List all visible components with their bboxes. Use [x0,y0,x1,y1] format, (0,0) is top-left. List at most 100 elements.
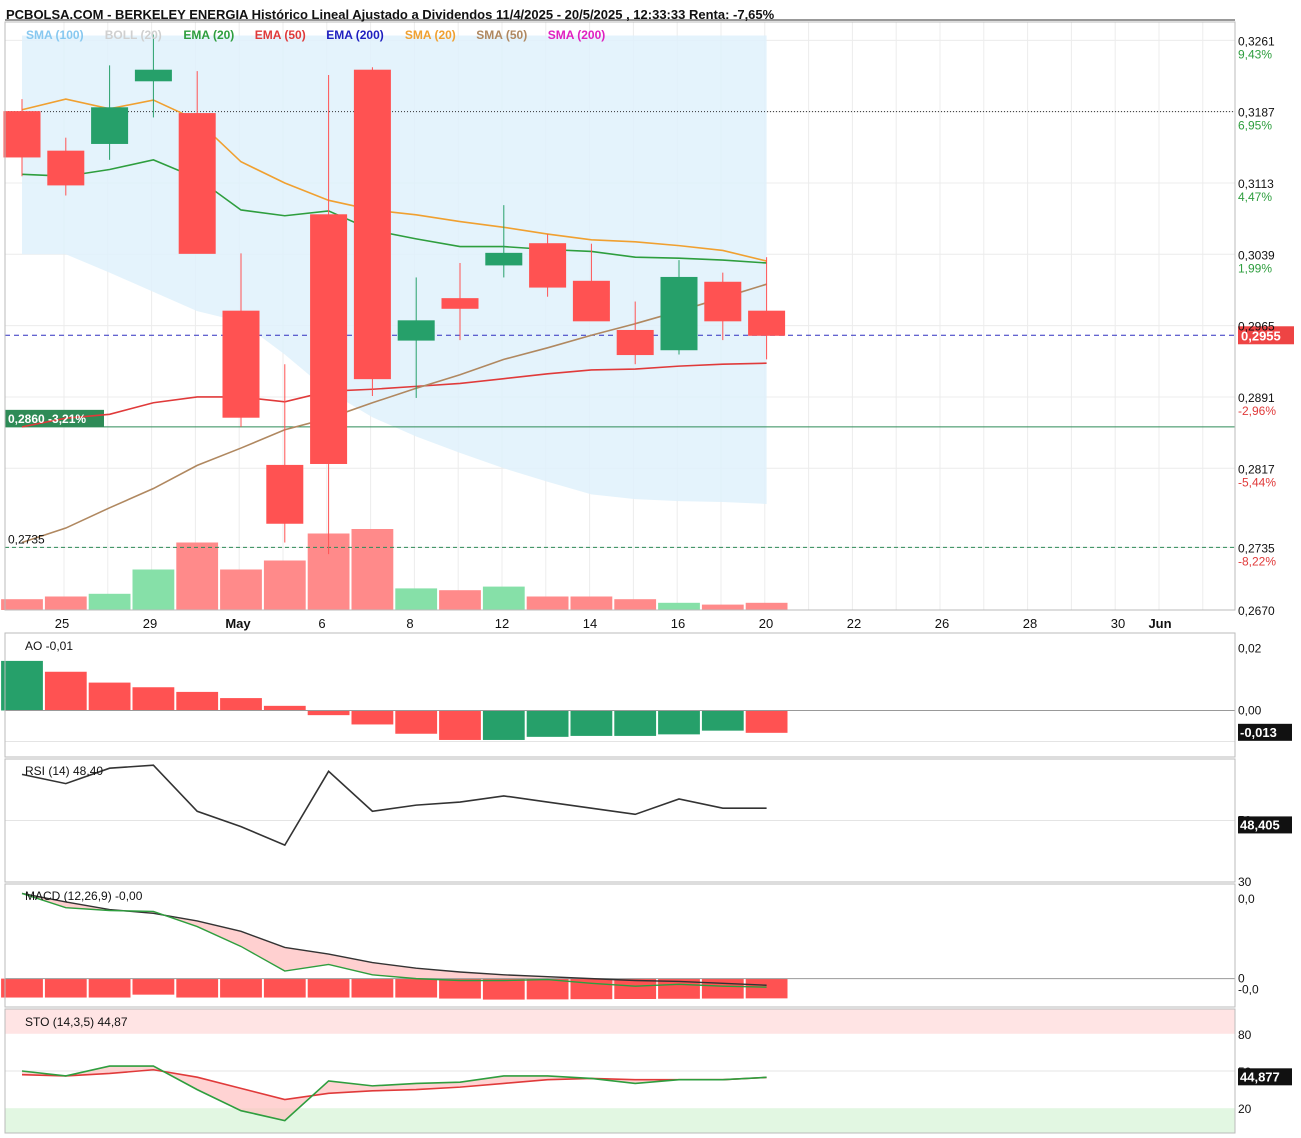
macd-histogram-bar [614,978,657,999]
macd-title: MACD (12,26,9) -0,00 [25,889,143,903]
price-axis-percent: 4,47% [1238,190,1272,204]
volume-bar [526,596,569,610]
ao-bar [570,710,613,736]
candle-body [353,69,391,380]
sto-last-value: 44,877 [1240,1069,1280,1084]
ao-bar [745,710,788,733]
ao-bar [701,710,744,731]
macd-axis-label: 0,0 [1238,892,1255,906]
legend-entry: SMA (50) [476,28,527,42]
candle-body [748,310,786,336]
x-axis-tick-label: 20 [759,616,773,631]
volume-bar [439,590,481,610]
ao-bar [439,710,481,740]
price-axis-percent: -5,44% [1238,475,1276,489]
ao-last-value: -0,013 [1240,725,1277,740]
volume-bar [176,542,219,610]
sto-axis-label: 20 [1238,1102,1252,1116]
ao-bar [307,710,350,716]
candle-body [397,320,435,341]
volume-bar [351,529,394,610]
x-axis-tick-label: Jun [1148,616,1171,631]
price-axis-label: 0,3113 [1238,177,1274,191]
macd-histogram-bar [745,978,788,999]
indicators-layer [1,660,1292,1133]
candle-body [704,281,742,322]
ao-bar [88,682,131,711]
legend-entry: BOLL (20) [105,28,162,42]
sto-axis-label: 80 [1238,1028,1252,1042]
sto-overbought-zone [5,1009,1235,1034]
macd-histogram-bar [132,978,175,995]
ao-bar [132,687,175,711]
bollinger-band-area [22,35,767,504]
ao-bar [395,710,438,734]
ao-bar [263,705,306,711]
candle-body [529,243,567,288]
ao-bar [351,710,394,725]
macd-area [22,893,767,988]
macd-histogram-bar [307,978,350,998]
price-axis-percent: 6,95% [1238,119,1272,133]
x-axis-tick-label: May [225,616,251,631]
candle-body [310,214,348,464]
sto-oversold-zone [5,1108,1235,1133]
legend-entry: EMA (200) [326,28,384,42]
rsi-last-value: 48,405 [1240,817,1280,832]
price-axis-percent: 1,99% [1238,261,1272,275]
price-axis-label: 0,3187 [1238,106,1275,120]
rsi-axis-label: 30 [1238,875,1252,889]
candle-body [485,252,523,266]
x-axis-tick-label: 14 [583,616,597,631]
macd-histogram-bar [526,978,569,1000]
candle-body [178,113,216,254]
candle-body [441,298,479,309]
ao-bar [658,710,700,735]
candle-body [134,69,172,82]
candle-body [3,111,41,158]
ao-bar [614,710,657,736]
reference-label: 0,2860 -3,21% [8,412,86,426]
low-line-label: 0,2735 [8,532,45,546]
ao-bar [482,710,525,740]
price-axis-percent: -2,96% [1238,404,1276,418]
volume-bar [614,599,657,610]
macd-histogram-bar [351,978,394,998]
sto-title: STO (14,3,5) 44,87 [25,1015,128,1029]
volume-bar [395,588,438,610]
x-axis-tick-label: 25 [55,616,69,631]
price-axis-label: 0,3039 [1238,248,1275,262]
legend-entry: SMA (200) [548,28,606,42]
x-axis-tick-label: 30 [1111,616,1125,631]
macd-histogram-bar [44,978,87,998]
ao-bar [44,671,87,711]
macd-histogram-bar [701,978,744,999]
price-axis-label: 0,2735 [1238,541,1275,555]
legend-entry: EMA (20) [183,28,234,42]
rsi-title: RSI (14) 48,40 [25,764,103,778]
x-axis-tick-label: 8 [406,616,413,631]
volume-bar [220,569,262,610]
ao-axis-label: 0,02 [1238,642,1262,656]
volume-layer [1,529,788,610]
macd-histogram-bar [220,978,262,998]
volume-bar [132,569,175,610]
price-axis-label: 0,2965 [1238,320,1275,334]
price-axis-label: 0,3261 [1238,34,1275,48]
candle-body [660,276,698,351]
macd-axis-label: -0,0 [1238,983,1259,997]
price-axis-percent: 9,43% [1238,47,1272,61]
bollinger-band-layer [22,35,767,504]
macd-histogram-bar [176,978,219,998]
candle-body [572,280,610,322]
macd-histogram-bar [88,978,131,998]
rsi-line [21,764,767,847]
volume-bar [482,586,525,610]
x-axis-tick-label: 22 [847,616,861,631]
macd-histogram-bar [263,978,306,998]
price-axis-label: 0,2891 [1238,391,1275,405]
ao-axis-label: 0,00 [1238,704,1262,718]
stock-chart: PCBOLSA.COM - BERKELEY ENERGIA Histórico… [1,7,1294,1134]
candle-body [616,329,654,356]
ao-bar [220,698,262,711]
